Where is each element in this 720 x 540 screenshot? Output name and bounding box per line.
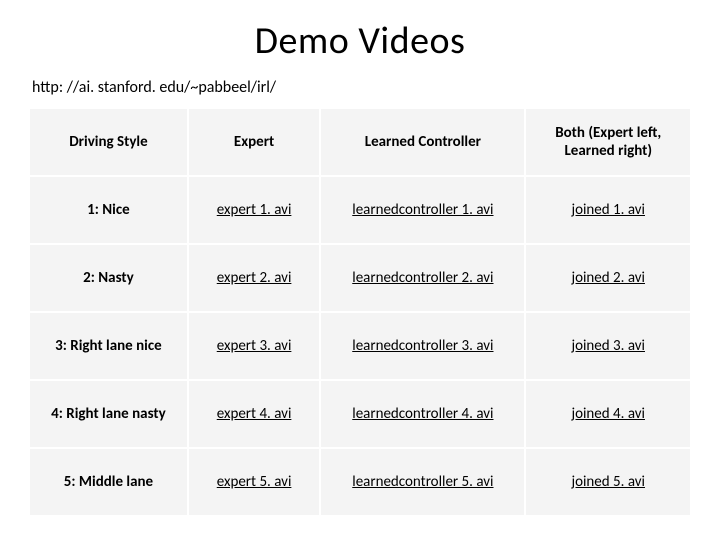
both-cell: joined 3. avi — [525, 312, 691, 380]
both-link[interactable]: joined 2. avi — [571, 269, 645, 287]
both-link[interactable]: joined 3. avi — [571, 337, 645, 355]
expert-cell: expert 3. avi — [188, 312, 320, 380]
learned-cell: learnedcontroller 5. avi — [320, 448, 525, 516]
learned-cell: learnedcontroller 3. avi — [320, 312, 525, 380]
both-link[interactable]: joined 1. avi — [571, 201, 645, 219]
both-cell: joined 1. avi — [525, 176, 691, 244]
learned-link[interactable]: learnedcontroller 1. avi — [352, 201, 493, 219]
table-row: 2: Nasty expert 2. avi learnedcontroller… — [29, 244, 691, 312]
slide: Demo Videos http: //ai. stanford. edu/~p… — [0, 0, 720, 540]
expert-cell: expert 2. avi — [188, 244, 320, 312]
expert-link[interactable]: expert 2. avi — [217, 269, 292, 287]
both-link[interactable]: joined 5. avi — [571, 473, 645, 491]
expert-link[interactable]: expert 3. avi — [217, 337, 292, 355]
both-cell: joined 2. avi — [525, 244, 691, 312]
learned-cell: learnedcontroller 1. avi — [320, 176, 525, 244]
driving-style-cell: 5: Middle lane — [29, 448, 188, 516]
col-header-both: Both (Expert left, Learned right) — [525, 108, 691, 176]
both-cell: joined 5. avi — [525, 448, 691, 516]
driving-style-cell: 4: Right lane nasty — [29, 380, 188, 448]
learned-link[interactable]: learnedcontroller 3. avi — [352, 337, 493, 355]
learned-link[interactable]: learnedcontroller 4. avi — [352, 405, 493, 423]
expert-cell: expert 4. avi — [188, 380, 320, 448]
table-row: 5: Middle lane expert 5. avi learnedcont… — [29, 448, 691, 516]
table-row: 3: Right lane nice expert 3. avi learned… — [29, 312, 691, 380]
driving-style-cell: 1: Nice — [29, 176, 188, 244]
source-url: http: //ai. stanford. edu/~pabbeel/irl/ — [32, 78, 692, 97]
learned-link[interactable]: learnedcontroller 5. avi — [352, 473, 493, 491]
learned-cell: learnedcontroller 2. avi — [320, 244, 525, 312]
expert-cell: expert 5. avi — [188, 448, 320, 516]
videos-table: Driving Style Expert Learned Controller … — [28, 107, 692, 517]
learned-cell: learnedcontroller 4. avi — [320, 380, 525, 448]
col-header-style: Driving Style — [29, 108, 188, 176]
expert-link[interactable]: expert 5. avi — [217, 473, 292, 491]
page-title: Demo Videos — [28, 18, 692, 64]
table-header-row: Driving Style Expert Learned Controller … — [29, 108, 691, 176]
both-cell: joined 4. avi — [525, 380, 691, 448]
col-header-expert: Expert — [188, 108, 320, 176]
table-row: 4: Right lane nasty expert 4. avi learne… — [29, 380, 691, 448]
table-row: 1: Nice expert 1. avi learnedcontroller … — [29, 176, 691, 244]
expert-link[interactable]: expert 1. avi — [217, 201, 292, 219]
both-link[interactable]: joined 4. avi — [571, 405, 645, 423]
driving-style-cell: 2: Nasty — [29, 244, 188, 312]
col-header-learned: Learned Controller — [320, 108, 525, 176]
expert-link[interactable]: expert 4. avi — [217, 405, 292, 423]
driving-style-cell: 3: Right lane nice — [29, 312, 188, 380]
learned-link[interactable]: learnedcontroller 2. avi — [352, 269, 493, 287]
expert-cell: expert 1. avi — [188, 176, 320, 244]
